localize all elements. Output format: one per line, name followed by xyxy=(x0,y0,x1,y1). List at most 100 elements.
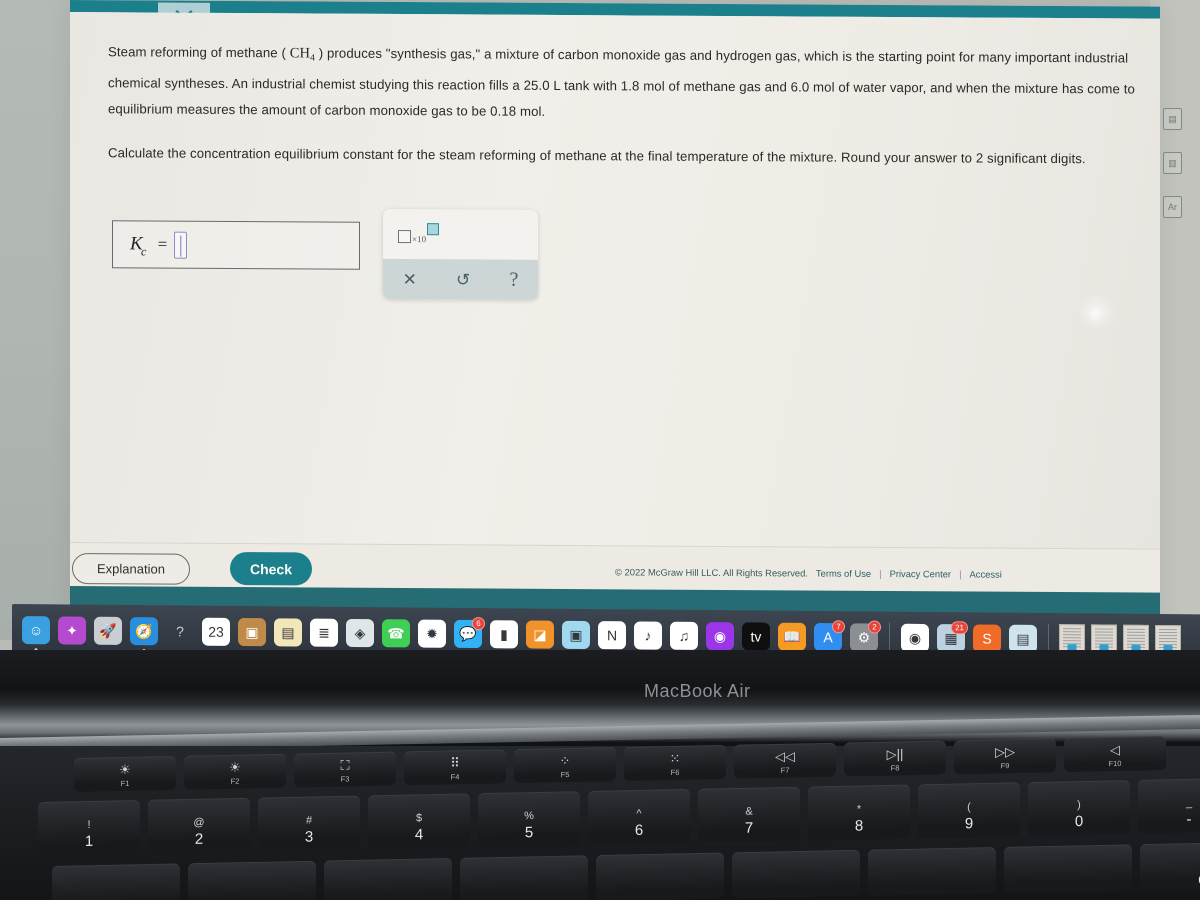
keyboard-brightness-up[interactable]: ☀ F2 xyxy=(184,753,286,790)
periodic-table-icon[interactable]: Ar xyxy=(1163,196,1182,218)
keyboard-key-q-row-7[interactable] xyxy=(868,847,996,896)
dock-icon-glyph: ? xyxy=(176,623,184,640)
keyboard-brightness-down[interactable]: ☀ F1 xyxy=(74,755,176,792)
desktop-background-left xyxy=(0,0,72,640)
dock-icon-numbers[interactable]: ▮ xyxy=(490,620,518,649)
key-upper-label: ! xyxy=(87,818,91,832)
key-symbol: ◁◁ xyxy=(775,748,795,764)
dock-icon-photos-library[interactable]: ▦ 21 xyxy=(937,621,968,660)
dock-icon-glyph: ▣ xyxy=(569,626,583,643)
key-symbol: ◁ xyxy=(1110,742,1120,758)
macbook-air-label: MacBook Air xyxy=(644,681,751,701)
accessibility-link[interactable]: Accessi xyxy=(970,568,1002,579)
dock-icon-safari[interactable]: 🧭 xyxy=(130,617,158,653)
dock-icon-siri[interactable]: ✦ xyxy=(58,616,86,645)
dock-badge: 6 xyxy=(472,617,485,631)
dock-icon-app-store[interactable]: A7 xyxy=(814,620,845,652)
privacy-center-link[interactable]: Privacy Center xyxy=(890,568,951,579)
dock-icon-photos[interactable]: ✹ xyxy=(418,619,446,648)
scientific-notation-button[interactable]: ×10 xyxy=(398,223,440,245)
tool-rail: ▤ ▥ Ar xyxy=(1163,108,1193,240)
macbook-body: MacBook Air ☀ F1 ☀ F2 ⛶ F3 ⠿ F4 ⁘ F5 ⁙ F6 ◁◁ F7 ▷|| F8 ▷… xyxy=(0,650,1200,900)
keyboard-key-0[interactable]: ) 0 xyxy=(1028,780,1130,837)
key-fn-label: F6 xyxy=(670,767,680,778)
keyboard-next-track[interactable]: ▷▷ F9 xyxy=(954,738,1056,775)
key-lower-label: 5 xyxy=(524,824,534,842)
keyboard-key-8[interactable]: * 8 xyxy=(808,784,910,841)
keyboard-key-minus[interactable]: _ - xyxy=(1138,777,1200,834)
dock-icon-calendar[interactable]: 23 xyxy=(202,617,230,646)
dock-icon-help[interactable]: ? xyxy=(166,617,194,645)
keyboard-key-q-row-5[interactable] xyxy=(596,852,724,900)
keyboard-key-4[interactable]: $4 xyxy=(368,793,470,850)
explanation-button[interactable]: Explanation xyxy=(72,553,190,585)
keyboard-key-5[interactable]: % 5 xyxy=(478,791,580,848)
dock-icon-launchpad[interactable]: 🚀 xyxy=(94,616,122,645)
keyboard-key-2[interactable]: @2 xyxy=(148,797,250,854)
keyboard-key-q-row-6[interactable] xyxy=(732,849,860,899)
keyboard-play-pause[interactable]: ▷|| F8 xyxy=(844,740,946,777)
keyboard-mute[interactable]: ◁ F10 xyxy=(1064,736,1166,773)
dock-icon-podcasts[interactable]: ◉ xyxy=(706,622,734,658)
dock-icon-notes[interactable]: ▤ xyxy=(274,618,302,647)
dock-icon-glyph: N xyxy=(606,627,618,644)
answer-input-field[interactable]: Kc = xyxy=(112,220,360,270)
keyboard-key-q-row-3[interactable] xyxy=(324,857,452,900)
calculator-icon[interactable]: ▤ xyxy=(1163,108,1182,130)
keyboard-key-3[interactable]: #3 xyxy=(258,795,360,852)
key-fn-label: F1 xyxy=(120,778,130,789)
dock-icon-glyph: ▮ xyxy=(500,626,508,643)
answer-text-cursor[interactable] xyxy=(174,231,188,259)
keyboard-launchpad[interactable]: ⠿ F4 xyxy=(404,749,506,786)
question-text: Steam reforming of methane ( CH4 ) produ… xyxy=(108,39,1138,190)
dock-icon-music[interactable]: ♪ xyxy=(634,621,662,657)
keyboard-key-6[interactable]: ^ 6 xyxy=(588,788,690,845)
dock-icon-books[interactable]: 📖 xyxy=(778,622,806,651)
help-icon[interactable]: ? xyxy=(510,269,519,291)
dock-icon-finder[interactable]: ☺ xyxy=(22,616,50,652)
keyboard-key-9[interactable]: (9 xyxy=(918,782,1020,839)
dock-icon-appletv[interactable]: tv xyxy=(742,622,770,651)
undo-icon[interactable]: ↺ xyxy=(456,270,470,289)
key-upper-label: @ xyxy=(193,816,205,829)
keyboard-previous-track[interactable]: ◁◁ F7 xyxy=(734,742,836,779)
keyboard-keyboard-brightness-up[interactable]: ⁙ F6 xyxy=(624,744,726,781)
kc-label: Kc xyxy=(130,233,147,258)
key-upper-label: ) xyxy=(1077,799,1081,812)
dock-icon-keynote[interactable]: ◪ xyxy=(526,620,554,649)
check-button[interactable]: Check xyxy=(230,551,312,586)
keyboard-key-q-row-1[interactable] xyxy=(52,863,180,900)
keyboard-key-q-row-2[interactable] xyxy=(188,860,316,900)
chart-icon[interactable]: ▥ xyxy=(1163,152,1182,174)
dock-icon-itunes[interactable]: ♫ xyxy=(670,621,698,657)
question-page: Steam reforming of methane ( CH4 ) produ… xyxy=(70,12,1160,549)
dock-icon-reminders[interactable]: ≣ xyxy=(310,618,338,647)
dock-icon-preview[interactable]: ▣ xyxy=(562,620,590,650)
dock-badge: 7 xyxy=(832,620,845,634)
times-ten-label: ×10 xyxy=(412,234,427,245)
dock-icon-glyph: ⚙ xyxy=(857,629,871,646)
dock-icon-glyph: ✦ xyxy=(66,622,78,639)
keyboard-keyboard-brightness-down[interactable]: ⁘ F5 xyxy=(514,747,616,784)
dock-icon-facetime[interactable]: ☎ xyxy=(382,619,410,648)
dock-icon-contacts[interactable]: ▣ xyxy=(238,617,266,647)
dock-icon-news[interactable]: N xyxy=(598,621,626,657)
terms-of-use-link[interactable]: Terms of Use xyxy=(816,568,871,579)
key-symbol: ⠿ xyxy=(450,755,460,771)
dock-icon-maps[interactable]: ◈ xyxy=(346,618,374,648)
key-lower-label: 0 xyxy=(1074,813,1084,831)
dock-icon-scanner-app[interactable]: ▤ xyxy=(1009,624,1037,653)
keyboard-key-q-row-8[interactable] xyxy=(1004,844,1132,893)
key-symbol: ⁘ xyxy=(559,753,571,769)
keyboard-key-q-row-4[interactable] xyxy=(460,855,588,900)
dock-icon-chrome[interactable]: ◉ xyxy=(901,623,929,659)
dock-icon-sticky-note-app[interactable]: S xyxy=(973,624,1001,660)
dock-icon-glyph: ◉ xyxy=(908,629,922,646)
clear-icon[interactable]: ✕ xyxy=(403,270,417,289)
keyboard-key-7[interactable]: & 7 xyxy=(698,786,800,843)
dock-icon-system-preferences[interactable]: ⚙ 2 xyxy=(850,620,881,652)
keyboard-key-o[interactable]: O xyxy=(1140,841,1200,891)
keyboard-mission-control[interactable]: ⛶ F3 xyxy=(294,751,396,788)
dock-icon-messages[interactable]: 💬 6 xyxy=(454,617,485,655)
keyboard-key-1[interactable]: ! 1 xyxy=(38,799,140,856)
